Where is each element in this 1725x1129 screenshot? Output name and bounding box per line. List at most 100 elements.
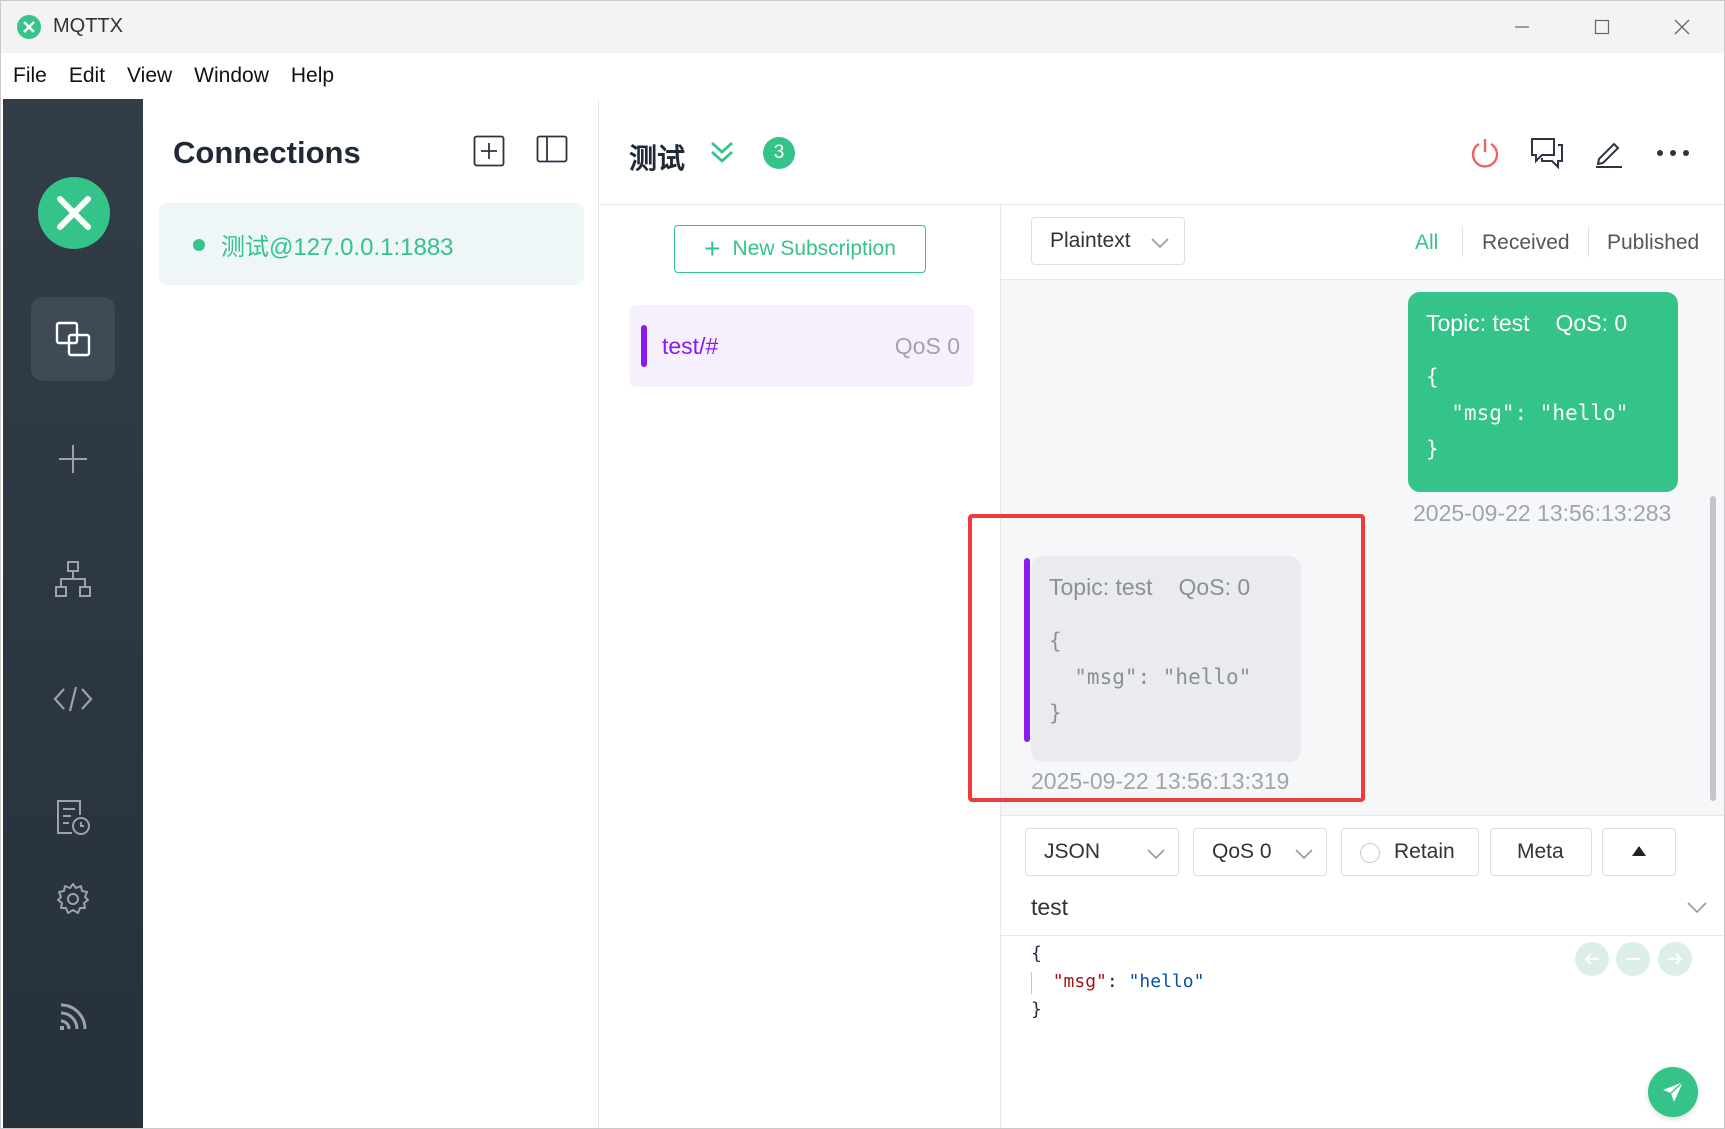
highlight-annotation bbox=[968, 514, 1365, 802]
history-clear-icon[interactable] bbox=[1616, 942, 1650, 976]
subscription-item[interactable]: test/# QoS 0 bbox=[629, 305, 974, 387]
meta-button[interactable]: Meta bbox=[1490, 828, 1592, 876]
menu-bar: File Edit View Window Help bbox=[1, 53, 1724, 99]
nav-feed-button[interactable] bbox=[31, 975, 115, 1059]
nav-new-connection-button[interactable] bbox=[31, 417, 115, 501]
app-window: MQTTX File Edit View Window Help Connect… bbox=[0, 0, 1725, 1129]
connection-name: 测试@127.0.0.1:1883 bbox=[221, 234, 454, 261]
menu-file[interactable]: File bbox=[13, 64, 47, 88]
message-payload: { "msg": "hello" } bbox=[1426, 365, 1629, 461]
payload-editor[interactable]: { "msg": "hello" } bbox=[1031, 940, 1204, 1024]
message-timestamp: 2025-09-22 13:56:13:283 bbox=[1413, 500, 1672, 526]
gear-icon bbox=[57, 883, 89, 914]
code-line: } bbox=[1031, 996, 1204, 1024]
tab-received[interactable]: Received bbox=[1482, 231, 1570, 255]
message-qos: QoS: 0 bbox=[1555, 310, 1628, 336]
double-chevron-down-icon[interactable] bbox=[709, 139, 735, 170]
message-scrollbar[interactable] bbox=[1710, 295, 1716, 805]
edit-icon[interactable] bbox=[1589, 133, 1629, 173]
close-icon[interactable] bbox=[1657, 11, 1707, 43]
maximize-icon[interactable] bbox=[1577, 11, 1627, 43]
code-colon: : bbox=[1106, 971, 1129, 992]
menu-edit[interactable]: Edit bbox=[69, 64, 105, 88]
send-icon bbox=[1663, 1081, 1684, 1102]
minimize-icon[interactable] bbox=[1497, 11, 1547, 43]
connection-title: 测试 bbox=[629, 143, 686, 174]
disconnect-power-icon[interactable] bbox=[1465, 133, 1505, 173]
subscription-topic: test/# bbox=[662, 333, 719, 359]
left-navigation bbox=[3, 99, 143, 1128]
more-icon[interactable] bbox=[1653, 133, 1693, 173]
payload-format-select[interactable]: Plaintext bbox=[1031, 217, 1185, 265]
mqttx-logo-icon bbox=[38, 177, 110, 249]
title-bar: MQTTX bbox=[1, 1, 1724, 53]
code-icon bbox=[53, 686, 93, 712]
nav-connections-button[interactable] bbox=[31, 297, 115, 381]
network-icon bbox=[55, 561, 91, 597]
expand-editor-button[interactable] bbox=[1602, 828, 1676, 876]
history-next-icon[interactable] bbox=[1658, 942, 1692, 976]
connections-title: Connections bbox=[173, 135, 361, 170]
subscription-qos: QoS 0 bbox=[894, 333, 960, 359]
plus-icon bbox=[59, 445, 87, 473]
chevron-down-icon[interactable] bbox=[1686, 900, 1708, 919]
publish-panel: JSON QoS 0 Retain Meta test { "msg": "he… bbox=[1001, 815, 1724, 1128]
chat-icon[interactable] bbox=[1527, 133, 1567, 173]
triangle-up-icon bbox=[1632, 846, 1646, 856]
payload-format-value: Plaintext bbox=[1050, 229, 1131, 252]
toggle-sidebar-icon[interactable] bbox=[536, 135, 568, 168]
connection-header: 测试 3 bbox=[599, 99, 1724, 205]
tab-divider bbox=[1588, 227, 1589, 257]
code-brace: { bbox=[1031, 943, 1042, 964]
nav-script-button[interactable] bbox=[31, 657, 115, 741]
published-message[interactable]: Topic: test QoS: 0 { "msg": "hello" } bbox=[1408, 292, 1678, 492]
menu-window[interactable]: Window bbox=[194, 64, 269, 88]
plus-icon: + bbox=[704, 233, 721, 264]
nav-settings-button[interactable] bbox=[31, 857, 115, 941]
chevron-down-icon bbox=[1146, 843, 1166, 867]
new-subscription-button[interactable]: + New Subscription bbox=[674, 225, 926, 273]
indent-guide bbox=[1031, 972, 1032, 994]
retain-toggle[interactable]: Retain bbox=[1341, 828, 1479, 876]
code-line: "msg": "hello" bbox=[1031, 968, 1205, 996]
code-line: { bbox=[1031, 940, 1204, 968]
tab-published[interactable]: Published bbox=[1607, 231, 1699, 255]
subscription-color-bar bbox=[641, 325, 647, 367]
menu-help[interactable]: Help bbox=[291, 64, 334, 88]
publish-format-value: JSON bbox=[1044, 840, 1101, 863]
code-value: "hello" bbox=[1128, 971, 1205, 992]
tab-divider bbox=[1462, 227, 1463, 257]
subscriptions-panel: + New Subscription test/# QoS 0 bbox=[599, 205, 1001, 1128]
new-subscription-label: New Subscription bbox=[732, 237, 896, 260]
rss-icon bbox=[60, 1003, 87, 1030]
chevron-down-icon bbox=[1294, 843, 1314, 867]
publish-qos-value: QoS 0 bbox=[1212, 840, 1272, 863]
scrollbar-thumb[interactable] bbox=[1710, 496, 1716, 801]
code-brace: } bbox=[1031, 999, 1042, 1020]
publish-qos-select[interactable]: QoS 0 bbox=[1193, 828, 1327, 876]
retain-label: Retain bbox=[1394, 840, 1455, 863]
send-button[interactable] bbox=[1648, 1067, 1698, 1117]
retain-radio[interactable] bbox=[1360, 843, 1380, 863]
nav-topology-button[interactable] bbox=[31, 537, 115, 621]
divider bbox=[1001, 935, 1724, 936]
nav-log-button[interactable] bbox=[31, 775, 115, 859]
publish-topic-input[interactable]: test bbox=[1031, 894, 1068, 921]
mqttx-logo-icon bbox=[17, 15, 41, 39]
tab-all[interactable]: All bbox=[1415, 231, 1438, 255]
chevron-down-icon bbox=[1150, 232, 1170, 256]
publish-format-select[interactable]: JSON bbox=[1025, 828, 1179, 876]
connection-item[interactable]: 测试@127.0.0.1:1883 bbox=[159, 203, 584, 285]
messages-toolbar: Plaintext All Received Published bbox=[1001, 205, 1724, 280]
message-topic: Topic: test bbox=[1426, 310, 1530, 336]
window-title: MQTTX bbox=[53, 15, 123, 37]
connection-status-dot bbox=[193, 239, 205, 251]
message-header: Topic: test QoS: 0 bbox=[1426, 310, 1660, 337]
subscription-count-badge: 3 bbox=[763, 137, 795, 169]
add-connection-icon[interactable] bbox=[473, 135, 505, 172]
code-key: "msg" bbox=[1052, 971, 1107, 992]
menu-view[interactable]: View bbox=[127, 64, 172, 88]
connections-panel: Connections 测试@127.0.0.1:1883 bbox=[143, 99, 599, 1128]
history-prev-icon[interactable] bbox=[1575, 942, 1609, 976]
log-icon bbox=[57, 800, 90, 835]
